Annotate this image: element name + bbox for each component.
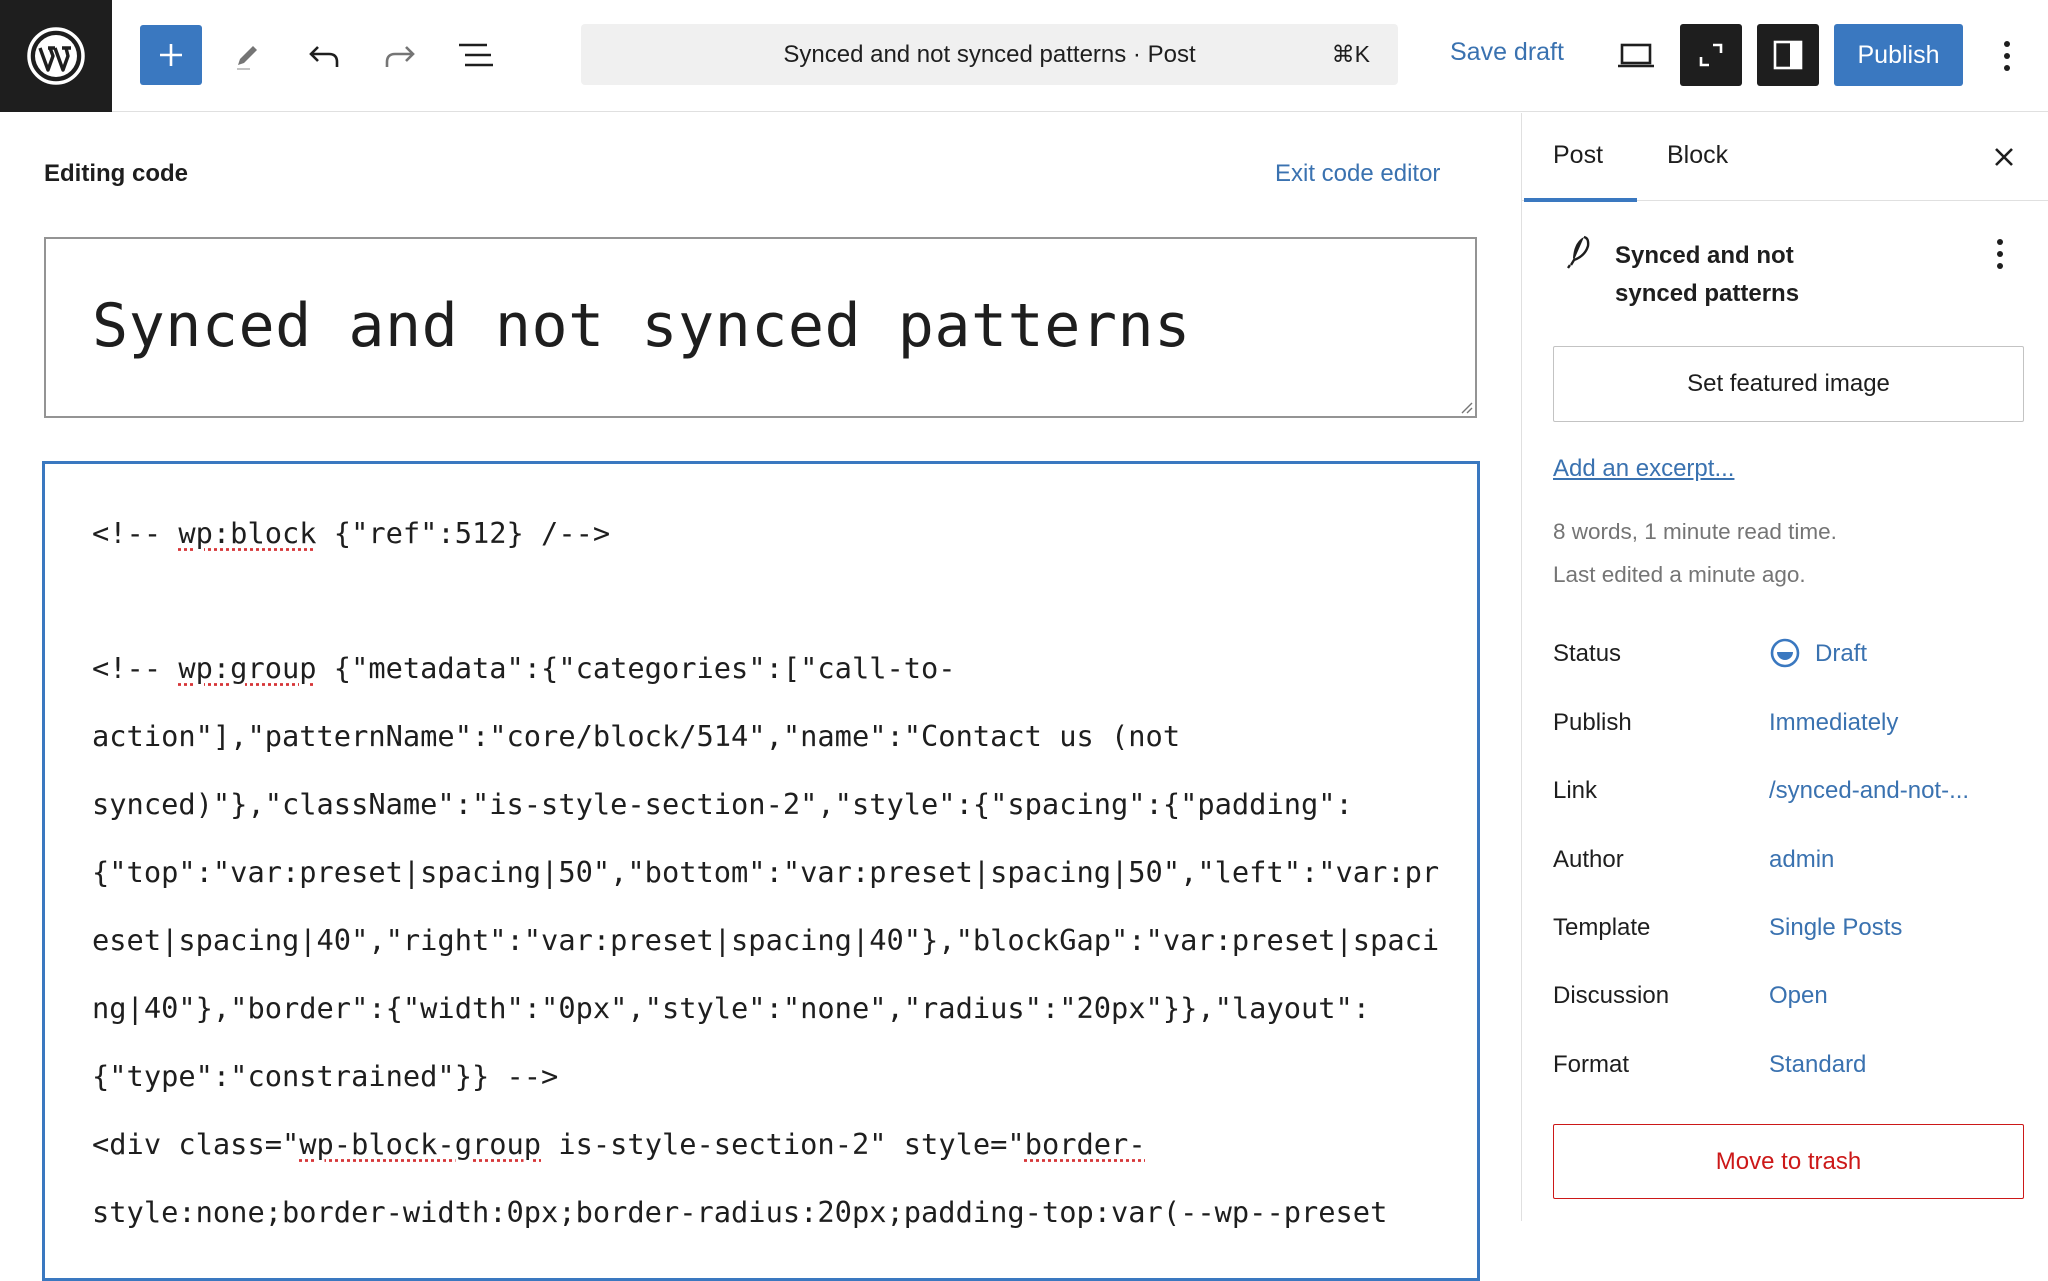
block-inserter-button[interactable] [140,25,202,85]
tools-button[interactable] [215,24,279,88]
options-menu-button[interactable] [1975,24,2039,88]
pencil-icon [237,46,257,70]
code-line: <div class="wp-block-group is-style-sect… [92,1127,1146,1161]
undo-button[interactable] [292,24,356,88]
code-line: action"],"patternName":"core/block/514",… [92,719,1181,753]
word-count-text: 8 words, 1 minute read time. [1553,519,1837,544]
format-button[interactable]: Standard [1769,1051,1866,1079]
active-tab-indicator [1524,198,1637,202]
command-palette-button[interactable]: Synced and not synced patterns · Post ⌘K [581,24,1398,85]
set-featured-image-button[interactable]: Set featured image [1553,346,2024,422]
template-button[interactable]: Single Posts [1769,914,1902,942]
code-line: eset|spacing|40","right":"var:preset|spa… [92,923,1440,957]
code-line: <!-- wp:group {"metadata":{"categories":… [92,651,956,685]
permalink-button[interactable]: /synced-and-not-... [1769,777,1969,805]
publish-button[interactable]: Publish [1834,24,1963,86]
preview-button[interactable] [1604,24,1668,88]
code-editor-area: Editing code Exit code editor Synced and… [0,113,1521,1281]
move-to-trash-button[interactable]: Move to trash [1553,1124,2024,1199]
editing-code-label: Editing code [44,160,188,187]
publish-label: Publish [1553,709,1632,736]
draft-status-icon [1770,638,1800,668]
tab-block[interactable]: Block [1667,141,1728,170]
settings-sidebar-toggle[interactable] [1757,24,1819,86]
last-edited-text: Last edited a minute ago. [1553,562,1806,587]
status-value-button[interactable]: Draft [1815,640,1867,668]
save-draft-button[interactable]: Save draft [1450,38,1564,67]
fullscreen-icon [1699,43,1723,67]
code-line: {"top":"var:preset|spacing|50","bottom":… [92,855,1440,889]
tab-post[interactable]: Post [1553,141,1603,170]
distraction-free-button[interactable] [1680,24,1742,86]
link-label: Link [1553,777,1598,804]
undo-icon [309,46,339,67]
sidebar-icon [1773,40,1803,70]
desktop-preview-icon [1618,43,1654,68]
redo-button[interactable] [368,24,432,88]
discussion-label: Discussion [1553,982,1670,1009]
resize-handle-icon[interactable] [1459,400,1473,414]
author-button[interactable]: admin [1769,846,1834,874]
code-line: {"type":"constrained"}} --> [92,1059,559,1093]
command-bar-title: Synced and not synced patterns · Post [783,40,1196,68]
publish-date-button[interactable]: Immediately [1769,709,1898,737]
discussion-button[interactable]: Open [1769,982,1828,1010]
more-vertical-icon [2004,41,2010,71]
post-feather-icon [1567,235,1590,269]
template-label: Template [1553,914,1651,941]
document-overview-button[interactable] [444,24,508,88]
post-title-line: synced patterns [1615,280,1800,307]
status-label: Status [1553,640,1622,667]
add-excerpt-link[interactable]: Add an excerpt... [1553,455,1734,483]
code-line: synced)"},"className":"is-style-section-… [92,787,1353,821]
post-title-text: Synced and not synced patterns [92,291,1191,361]
post-title-line: Synced and not [1615,242,1794,269]
sidebar-post-title: Synced and not synced patterns [1615,237,1875,313]
code-line: style:none;border-width:0px;border-radiu… [92,1195,1388,1229]
wordpress-icon [27,27,85,85]
plus-icon [160,44,182,66]
code-line: <!-- wp:block {"ref":512} /--> [92,516,611,550]
more-vertical-icon[interactable] [1995,237,2005,271]
code-line: ng|40"},"border":{"width":"0px","style":… [92,991,1371,1025]
exit-code-editor-button[interactable]: Exit code editor [1275,160,1440,188]
list-view-icon [459,43,493,67]
editor-toolbar: Synced and not synced patterns · Post ⌘K… [0,0,2048,112]
format-label: Format [1553,1051,1630,1078]
redo-icon [385,46,415,67]
post-title-textarea[interactable]: Synced and not synced patterns [44,237,1477,418]
settings-sidebar: Post Block Synced and not synced pattern… [1521,113,2048,1221]
wordpress-logo-button[interactable] [0,0,112,112]
author-label: Author [1553,846,1624,873]
command-shortcut: ⌘K [1331,41,1370,67]
code-textarea[interactable]: <!-- wp:block {"ref":512} /--> <!-- wp:g… [42,461,1480,1281]
close-icon[interactable] [1988,141,2020,173]
sidebar-tabs: Post Block [1522,113,2048,202]
